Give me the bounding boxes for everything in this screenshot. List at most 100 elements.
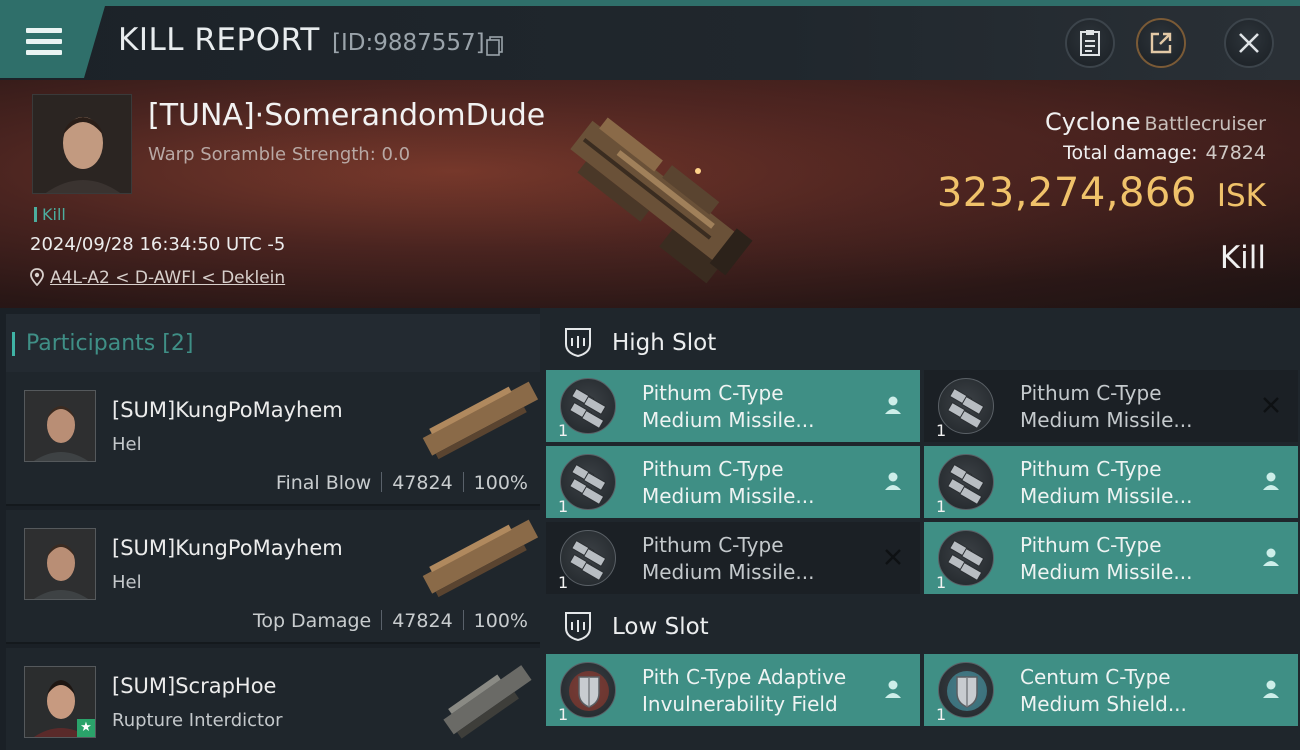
module-icon [938,378,994,434]
module-name-line1: Pith C-Type Adaptive [642,665,847,689]
participant-ship: Rupture Interdictor [112,710,283,731]
module-tile[interactable]: 1 Pithum C-Type Medium Missile... [546,446,920,518]
module-name-line2: Medium Missile... [642,560,815,584]
page-title: KILL REPORT [118,22,320,58]
module-quantity: 1 [558,421,569,440]
participant-stats: Top Damage 47824 100% [253,610,528,632]
kill-datetime: 2024/09/28 16:34:50 UTC -5 [30,234,286,255]
participant-percent: 100% [473,472,528,494]
participant-percent: 100% [473,610,528,632]
avatar [24,390,96,462]
module-tile[interactable]: 1 Pithum C-Type Medium Missile... [924,522,1298,594]
participants-count: [2] [162,331,194,356]
participants-panel: Participants [2] [SUM]KungPoMayhem Hel F… [0,308,540,750]
participant-role: Final Blow [275,472,372,494]
module-quantity: 1 [558,497,569,516]
module-name: Pith C-Type Adaptive Invulnerability Fiel… [642,664,872,718]
copy-icon[interactable] [486,36,504,56]
participant-name: [SUM]KungPoMayhem [112,536,343,560]
victim-ship-image [570,117,753,284]
participant-name: [SUM]KungPoMayhem [112,398,343,422]
module-icon [938,454,994,510]
module-name-line1: Pithum C-Type [642,381,784,405]
header-bar: KILL REPORT [ID:9887557] [0,0,1300,80]
menu-button[interactable] [0,6,105,78]
warp-scramble-strength: Warp Soramble Strength: 0.0 [148,144,411,165]
module-icon [938,662,994,718]
module-tile[interactable]: 1 Pith C-Type Adaptive Invulnerability Fie… [546,654,920,726]
total-damage-value: 47824 [1205,142,1266,164]
module-tile[interactable]: 1 Centum C-Type Medium Shield... [924,654,1298,726]
module-icon [560,454,616,510]
module-name-line2: Invulnerability Field [642,692,838,716]
module-tile[interactable]: 1 Pithum C-Type Medium Missile... [924,370,1298,442]
module-name-line1: Pithum C-Type [1020,457,1162,481]
location-pin-icon [30,268,44,287]
module-name: Pithum C-Type Medium Missile... [642,532,872,586]
module-name-line2: Medium Missile... [642,408,815,432]
victim-avatar-image [33,95,131,193]
module-quantity: 1 [936,573,947,592]
module-icon [560,530,616,586]
report-id: [ID:9887557] [332,30,485,56]
participant-row[interactable]: [SUM]KungPoMayhem Hel Top Damage 47824 100… [6,510,540,644]
module-tile[interactable]: 1 Pithum C-Type Medium Missile... [546,522,920,594]
clipboard-button[interactable] [1065,18,1115,68]
module-name-line2: Medium Missile... [1020,560,1193,584]
participants-header[interactable]: Participants [2] [6,314,540,372]
fitted-person-icon [1263,680,1279,698]
avatar: ★ [24,666,96,738]
avatar [24,528,96,600]
module-name-line1: Centum C-Type [1020,665,1171,689]
module-icon [560,662,616,718]
participant-damage: 47824 [392,472,453,494]
fitted-person-icon [885,680,901,698]
module-tile[interactable]: 1 Pithum C-Type Medium Missile... [546,370,920,442]
participant-ship: Hel [112,572,142,593]
participant-ship-image [422,381,539,460]
module-icon [560,378,616,434]
clipboard-icon [1080,30,1100,56]
module-name-line1: Pithum C-Type [1020,533,1162,557]
participant-ship-image [443,665,532,739]
participant-row[interactable]: [SUM]KungPoMayhem Hel Final Blow 47824 100… [6,372,540,506]
result-label: Kill [1219,240,1266,276]
participant-stats: Final Blow 47824 100% [276,472,528,494]
low-slot-title: Low Slot [612,614,709,640]
high-slot-icon [565,328,591,358]
module-name-line1: Pithum C-Type [642,533,784,557]
total-damage-label: Total damage: [1063,142,1198,164]
share-button[interactable] [1136,18,1186,68]
low-slot-icon [565,612,591,642]
star-badge-icon: ★ [77,719,95,737]
close-icon [1239,33,1259,53]
participant-row[interactable]: ★ [SUM]ScrapHoe Rupture Interdictor [6,648,540,750]
close-button[interactable] [1224,18,1274,68]
module-quantity: 1 [936,705,947,724]
victim-ship[interactable]: Cyclone Battlecruiser [1045,108,1266,136]
hamburger-menu-icon [26,28,62,56]
victim-name[interactable]: [TUNA]·SomerandomDude [148,98,545,133]
destroyed-x-icon [1263,397,1279,413]
location-link[interactable]: A4L-A2 < D-AWFI < Deklein [50,268,285,288]
isk-unit: ISK [1216,178,1266,214]
module-name: Pithum C-Type Medium Missile... [642,456,872,510]
participant-name: [SUM]ScrapHoe [112,674,277,698]
share-icon [1150,32,1172,54]
module-name: Pithum C-Type Medium Missile... [1020,456,1250,510]
participant-role: Top Damage [252,610,372,632]
fitted-person-icon [1263,472,1279,490]
participant-ship: Hel [112,434,142,455]
destroyed-x-icon [885,549,901,565]
fitted-person-icon [1263,548,1279,566]
fitting-panel: High Slot 1 Pithum C-Type Medium Missile..… [540,308,1300,750]
participant-damage: 47824 [392,610,453,632]
victim-portrait[interactable] [32,94,132,194]
participant-ship-image [422,519,539,598]
kill-location[interactable]: A4L-A2 < D-AWFI < Deklein [30,268,285,288]
fitted-person-icon [885,396,901,414]
module-tile[interactable]: 1 Pithum C-Type Medium Missile... [924,446,1298,518]
ship-class: Battlecruiser [1144,113,1266,135]
ship-name: Cyclone [1044,108,1141,136]
module-name: Pithum C-Type Medium Missile... [1020,380,1250,434]
